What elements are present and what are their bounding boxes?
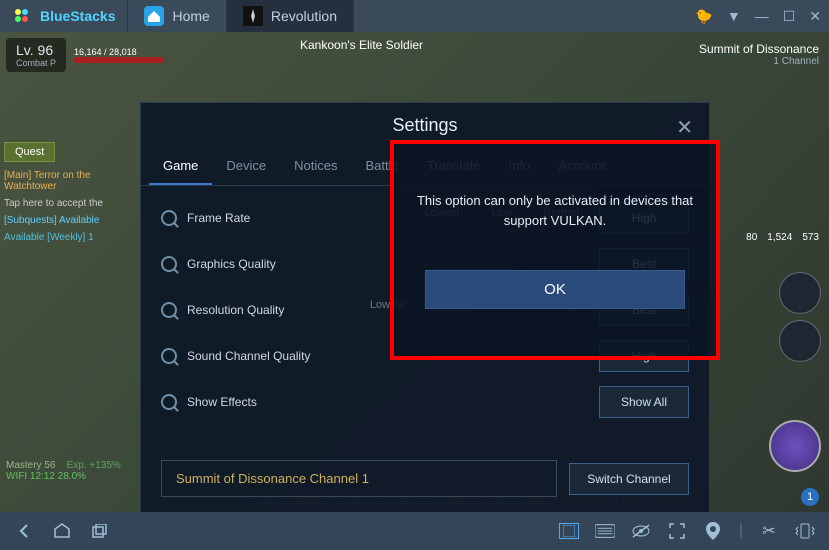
keyboard-icon[interactable] [595,523,615,539]
magnifier-icon[interactable] [161,302,177,318]
graphics-label: Graphics Quality [187,257,317,271]
channel-display: Summit of Dissonance Channel 1 [161,460,557,497]
settings-close-button[interactable]: ✕ [676,115,693,140]
fullscreen-icon[interactable] [667,523,687,539]
settings-title-text: Settings [392,115,457,135]
back-button[interactable] [14,523,34,539]
tab-device[interactable]: Device [212,148,280,185]
hp-text: 16,164 / 28,018 [74,47,164,57]
row-effects: Show Effects Show All [161,386,689,418]
magnifier-icon[interactable] [161,210,177,226]
recents-button[interactable] [90,523,110,539]
scissors-icon[interactable]: ✂ [759,523,779,539]
skill-slot-2[interactable] [779,320,821,362]
effects-value[interactable]: Show All [599,386,689,418]
exp-text: Exp. +135% [67,460,121,471]
maximize-button[interactable]: ☐ [783,8,796,25]
main-quest-desc: Tap here to accept the [4,198,134,209]
effects-label: Show Effects [187,395,317,409]
revolution-label: Revolution [271,8,337,24]
resolution-label: Resolution Quality [187,303,317,317]
wifi-text: WIFI 12:12 28.0% [6,471,86,482]
main-action-button[interactable] [769,420,821,472]
revolution-icon [243,6,263,26]
sound-label: Sound Channel Quality [187,349,317,363]
currency-bar: 80 1,524 573 [746,232,819,243]
home-tab[interactable]: Home [128,0,226,32]
nav-buttons [14,523,110,539]
minimize-button[interactable]: — [755,8,769,24]
dropdown-icon[interactable]: ▼ [727,8,741,24]
subquests-label[interactable]: [Subquests] Available [4,215,134,226]
quest-button[interactable]: Quest [4,142,55,162]
magnifier-icon[interactable] [161,348,177,364]
zone-channel: 1 Channel [699,56,819,67]
level-box[interactable]: Lv. 96 Combat P [6,38,66,72]
switch-channel-button[interactable]: Switch Channel [569,463,689,495]
revolution-tab[interactable]: Revolution [227,0,354,32]
boss-name: Kankoon's Elite Soldier [300,38,423,52]
bluestacks-taskbar: | ✂ [0,512,829,550]
frame-rate-label: Frame Rate [187,211,317,225]
right-icon-bar [779,272,821,362]
taskbar-tools: | ✂ [559,522,815,540]
vulkan-modal: This option can only be activated in dev… [394,144,716,356]
bird-icon[interactable]: 🐤 [695,8,712,25]
currency-b: 1,524 [767,232,792,243]
mastery-text: Mastery 56 [6,460,55,471]
status-bottom-left: Mastery 56 Exp. +135% WIFI 12:12 28.0% [6,460,121,482]
magnifier-icon[interactable] [161,256,177,272]
zone-display: Summit of Dissonance 1 Channel [699,42,819,67]
notification-badge[interactable]: 1 [801,488,819,506]
close-window-button[interactable]: ✕ [809,8,821,25]
bluestacks-logo-tab: BlueStacks [0,0,128,32]
modal-message: This option can only be activated in dev… [414,191,696,230]
eye-hide-icon[interactable] [631,523,651,539]
shake-icon[interactable] [795,523,815,539]
tab-game[interactable]: Game [149,148,212,185]
zone-name: Summit of Dissonance [699,42,819,56]
location-icon[interactable] [703,523,723,539]
bluestacks-icon [12,6,32,26]
home-icon [144,6,164,26]
magnifier-icon[interactable] [161,394,177,410]
quest-panel: Quest [Main] Terror on the Watchtower Ta… [4,142,134,249]
level-text: Lv. 96 [16,42,56,58]
main-quest-title[interactable]: [Main] Terror on the Watchtower [4,170,134,192]
channel-row: Summit of Dissonance Channel 1 Switch Ch… [141,450,709,507]
weekly-label[interactable]: Available [Weekly] 1 [4,232,134,243]
home-label: Home [172,8,209,24]
target-icon[interactable] [559,523,579,539]
combat-text: Combat P [16,58,56,68]
player-hud: Lv. 96 Combat P 16,164 / 28,018 [6,38,164,72]
hp-bar [74,57,164,63]
window-controls: 🐤 ▼ — ☐ ✕ [695,0,821,32]
tab-notices[interactable]: Notices [280,148,351,185]
modal-ok-button[interactable]: OK [425,270,685,309]
currency-a: 80 [746,232,757,243]
window-tab-bar: BlueStacks Home Revolution 🐤 ▼ — ☐ ✕ [0,0,829,32]
bluestacks-label: BlueStacks [40,8,115,24]
settings-title-bar: Settings ✕ [141,103,709,148]
home-button[interactable] [52,523,72,539]
currency-c: 573 [802,232,819,243]
skill-slot-1[interactable] [779,272,821,314]
